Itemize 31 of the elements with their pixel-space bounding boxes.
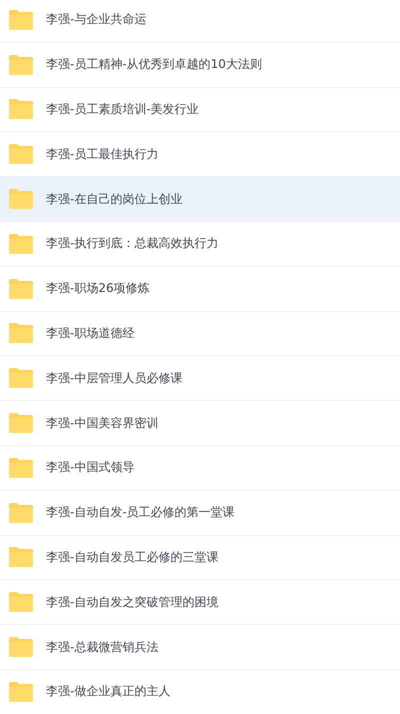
- folder-item[interactable]: 李强-中层管理人员必修课: [0, 356, 400, 402]
- folder-icon: [8, 458, 34, 478]
- folder-icon: [8, 547, 34, 568]
- folder-item[interactable]: 李强-职场道德经: [0, 312, 400, 356]
- folder-item[interactable]: 李强-与企业共命运: [0, 0, 400, 43]
- folder-item[interactable]: 李强-在自己的岗位上创业: [0, 177, 400, 222]
- folder-item[interactable]: 李强-员工精神-从优秀到卓越的10大法则: [0, 42, 400, 88]
- folder-item[interactable]: 李强-职场26项修炼: [0, 266, 400, 312]
- folder-item[interactable]: 李强-中国美容界密训: [0, 401, 400, 446]
- folder-icon: [8, 682, 34, 702]
- folder-item[interactable]: 李强-员工素质培训-美发行业: [0, 88, 400, 132]
- folder-icon: [8, 637, 34, 658]
- folder-item[interactable]: 李强-总裁微营销兵法: [0, 625, 400, 670]
- folder-icon: [8, 502, 34, 523]
- folder-icon: [8, 99, 34, 120]
- folder-icon: [8, 413, 34, 434]
- folder-item[interactable]: 李强-自动自发员工必修的三堂课: [0, 536, 400, 580]
- folder-item[interactable]: 李强-执行到底：总裁高效执行力: [0, 222, 400, 267]
- folder-icon: [8, 368, 34, 388]
- folder-item[interactable]: 李强-自动自发之突破管理的困境: [0, 580, 400, 626]
- folder-icon: [8, 592, 34, 612]
- folder-icon: [8, 323, 34, 344]
- folder-icon: [8, 54, 34, 75]
- folder-item[interactable]: 李强-做企业真正的主人: [0, 670, 400, 714]
- folder-icon: [8, 10, 34, 30]
- folder-icon: [8, 278, 34, 299]
- folder-icon: [8, 144, 34, 164]
- folder-icon: [8, 234, 34, 254]
- folder-icon: [8, 189, 34, 210]
- folder-item[interactable]: 李强-中国式领导: [0, 446, 400, 491]
- folder-item[interactable]: 李强-自动自发-员工必修的第一堂课: [0, 490, 400, 536]
